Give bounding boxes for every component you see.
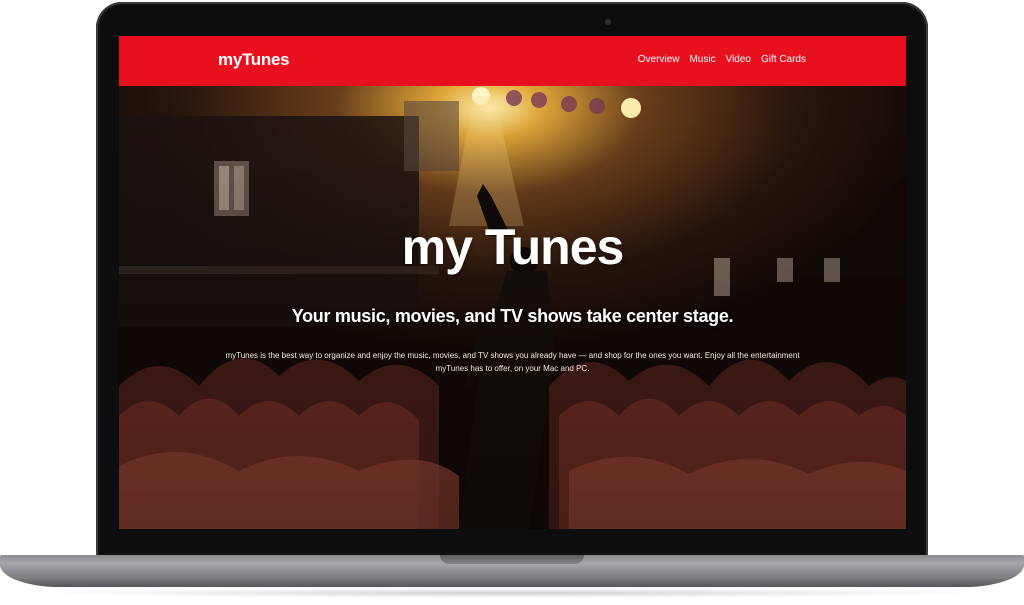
hero-title: my Tunes [401, 219, 625, 275]
nav-link-video[interactable]: Video [726, 54, 751, 65]
navbar: myTunes Overview Music Video Gift Cards [119, 36, 906, 86]
laptop-mockup: myTunes Overview Music Video Gift Cards [0, 0, 1024, 605]
laptop-notch [440, 555, 584, 564]
laptop-shadow [40, 588, 984, 598]
laptop-screen: myTunes Overview Music Video Gift Cards [119, 36, 906, 529]
nav-links: Overview Music Video Gift Cards [638, 54, 806, 65]
brand-logo[interactable]: myTunes [218, 50, 290, 70]
hero-description: myTunes is the best way to organize and … [225, 351, 800, 373]
camera-dot [605, 19, 611, 25]
hero-subtitle: Your music, movies, and TV shows take ce… [291, 306, 734, 326]
nav-link-gift-cards[interactable]: Gift Cards [761, 54, 806, 65]
nav-link-music[interactable]: Music [689, 54, 715, 65]
hero-section: my Tunes Your music, movies, and TV show… [119, 86, 906, 529]
nav-link-overview[interactable]: Overview [638, 54, 680, 65]
